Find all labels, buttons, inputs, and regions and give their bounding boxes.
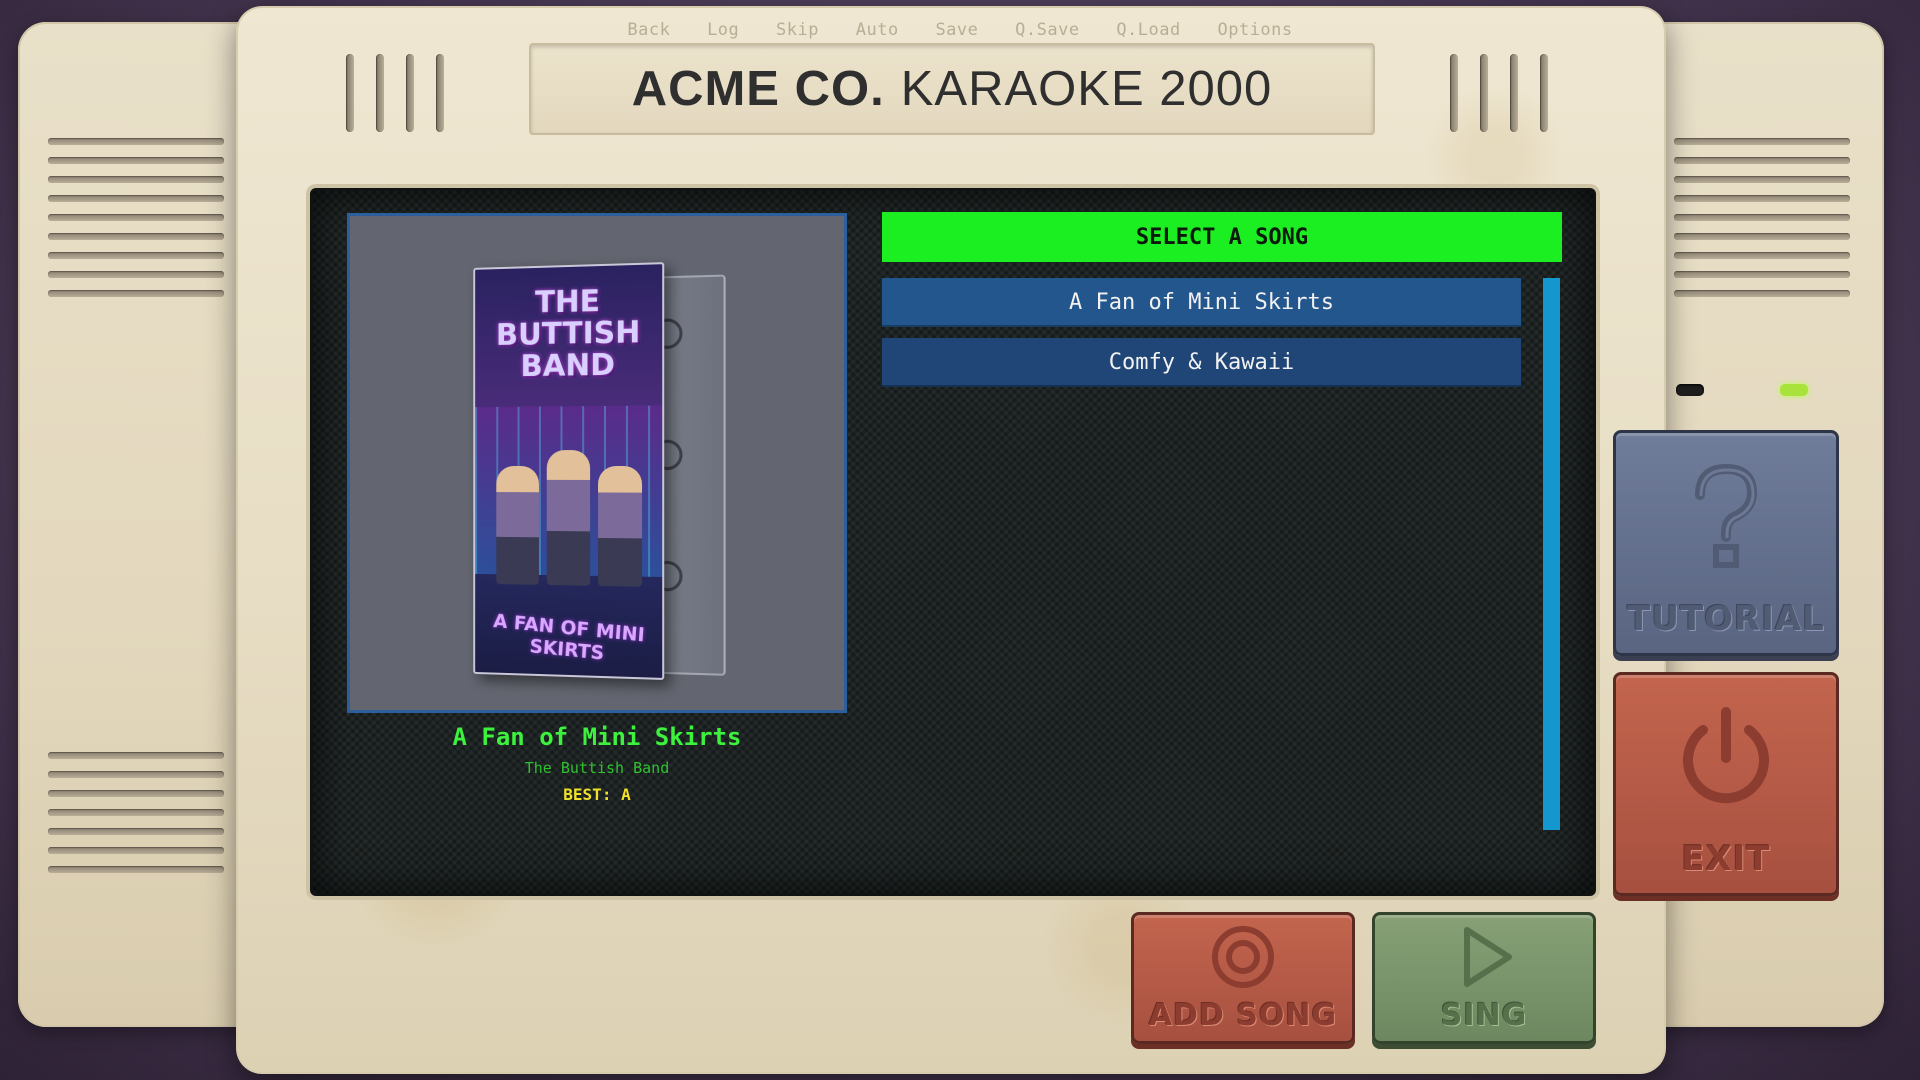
power-icon	[1671, 675, 1781, 839]
speaker-grille-bottom-left	[48, 752, 224, 885]
status-led-on	[1780, 384, 1808, 396]
status-led-off	[1676, 384, 1704, 396]
add-song-label: ADD SONG	[1148, 998, 1338, 1033]
best-grade: BEST: A	[563, 785, 631, 804]
cassette-case-image: THE BUTTISH BAND A FAN OF MINI SKIRTS	[473, 260, 736, 680]
record-icon	[1208, 915, 1278, 998]
selected-song-info: A Fan of Mini Skirts The Buttish Band BE…	[347, 721, 847, 804]
song-list-item[interactable]: Comfy & Kawaii	[882, 338, 1521, 387]
speaker-grille-top-right	[1674, 138, 1850, 309]
selected-song-title: A Fan of Mini Skirts	[452, 723, 742, 751]
sing-button[interactable]: SING	[1372, 912, 1596, 1044]
question-mark-icon	[1686, 433, 1766, 599]
band-member-figure	[546, 450, 591, 586]
sing-label: SING	[1440, 998, 1528, 1033]
play-icon	[1449, 915, 1519, 998]
add-song-button[interactable]: ADD SONG	[1131, 912, 1355, 1044]
band-member-figure	[598, 465, 643, 587]
cassette-cover: THE BUTTISH BAND A FAN OF MINI SKIRTS	[473, 262, 665, 680]
exit-label: EXIT	[1681, 839, 1771, 879]
model-name: KARAOKE 2000	[900, 62, 1273, 116]
menu-save[interactable]: Save	[935, 20, 978, 40]
menu-log[interactable]: Log	[707, 20, 739, 40]
menu-options[interactable]: Options	[1217, 20, 1292, 40]
tutorial-label: TUTORIAL	[1627, 599, 1825, 639]
exit-button[interactable]: EXIT	[1613, 672, 1839, 896]
menu-skip[interactable]: Skip	[776, 20, 819, 40]
song-list-scrollbar[interactable]	[1543, 278, 1560, 830]
brand-name: ACME CO.	[631, 62, 885, 116]
tutorial-button[interactable]: TUTORIAL	[1613, 430, 1839, 656]
cover-subtitle: A FAN OF MINI SKIRTS	[492, 610, 646, 665]
menu-auto[interactable]: Auto	[856, 20, 899, 40]
console-screen: THE BUTTISH BAND A FAN OF MINI SKIRTS A …	[310, 188, 1596, 896]
select-song-header: SELECT A SONG	[882, 212, 1562, 262]
song-list-item[interactable]: A Fan of Mini Skirts	[882, 278, 1521, 327]
cover-title: THE BUTTISH BAND	[495, 284, 641, 385]
console-title-plate: ACME CO. KARAOKE 2000	[529, 43, 1375, 135]
menu-quick-save[interactable]: Q.Save	[1015, 20, 1079, 40]
speaker-grille-top-left	[48, 138, 224, 309]
menu-back[interactable]: Back	[627, 20, 670, 40]
song-list: A Fan of Mini Skirts Comfy & Kawaii	[882, 278, 1521, 398]
selected-song-artist: The Buttish Band	[524, 759, 670, 777]
vent-slots-left	[346, 54, 444, 132]
album-art-frame: THE BUTTISH BAND A FAN OF MINI SKIRTS	[347, 213, 847, 713]
quick-menu: Back Log Skip Auto Save Q.Save Q.Load Op…	[0, 20, 1920, 40]
menu-quick-load[interactable]: Q.Load	[1116, 20, 1180, 40]
vent-slots-right	[1450, 54, 1548, 132]
band-member-figure	[496, 465, 539, 585]
